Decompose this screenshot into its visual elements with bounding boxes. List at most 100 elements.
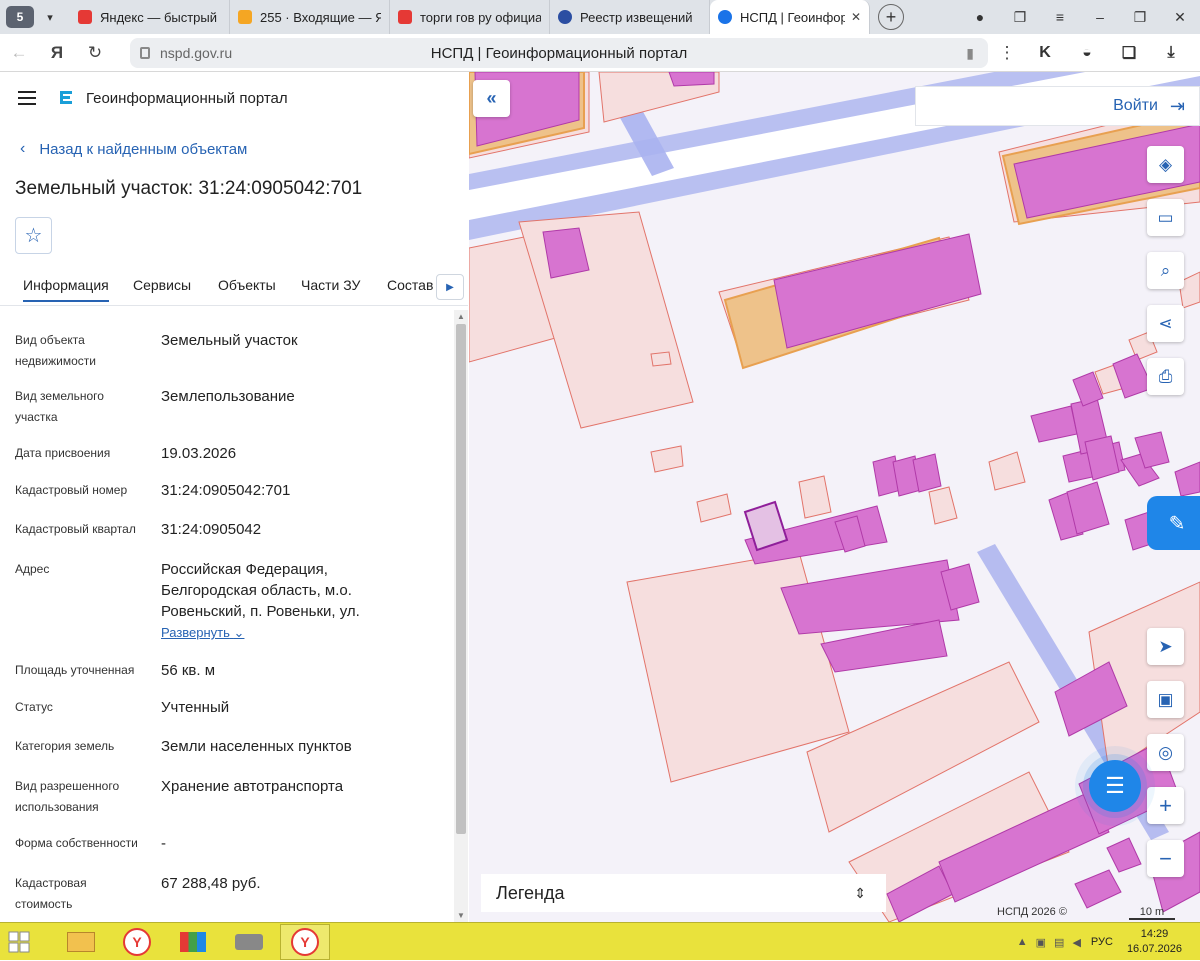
back-arrow-icon[interactable]: ← xyxy=(0,43,38,63)
minimize-icon[interactable]: – xyxy=(1080,9,1120,25)
close-window-icon[interactable]: ✕ xyxy=(1160,9,1200,26)
menu-icon[interactable] xyxy=(18,91,36,105)
lock-icon xyxy=(140,47,150,59)
scanner-icon[interactable] xyxy=(224,924,274,960)
property-label: Вид разрешенного использования xyxy=(15,779,120,814)
chat-button[interactable]: ☰ xyxy=(1089,760,1141,812)
map-view[interactable]: « Войти ⇥ ◈ ▭ ⌕ ⋖ ⎙ ✎ ➤ ▣ ◎ + − ☰ Легенд… xyxy=(469,72,1200,922)
profile-icon[interactable]: ● xyxy=(960,9,1000,25)
reload-icon[interactable]: ↻ xyxy=(76,43,114,63)
property-value: Хранение автотранспорта xyxy=(161,778,344,795)
menu-icon[interactable]: ≡ xyxy=(1040,9,1080,25)
extension-k-icon[interactable]: K xyxy=(1024,44,1066,62)
tabs-scroll-right-icon[interactable]: ▶ xyxy=(436,274,464,300)
file-explorer-icon[interactable] xyxy=(56,924,106,960)
browser-tab[interactable]: Яндекс — быстрый п xyxy=(70,0,230,34)
mail-favicon-icon xyxy=(238,10,252,24)
language-indicator[interactable]: РУС xyxy=(1091,936,1113,948)
yandex-browser-icon[interactable]: Y xyxy=(112,924,162,960)
area-search-icon[interactable]: ⌕ xyxy=(1147,252,1184,289)
portal-logo-icon xyxy=(60,91,72,104)
url-field[interactable]: nspd.gov.ru НСПД | Геоинформационный пор… xyxy=(130,38,988,68)
tab-title: 255 · Входящие — Ян xyxy=(260,9,381,25)
tab-objects[interactable]: Объекты xyxy=(218,277,276,293)
login-button[interactable]: Войти ⇥ xyxy=(915,86,1200,126)
more-icon[interactable]: ⋮ xyxy=(988,43,1026,63)
expand-address-link[interactable]: Развернуть ⌄ xyxy=(161,625,244,641)
tab-parts[interactable]: Части ЗУ xyxy=(301,277,360,293)
cloud-icon[interactable]: ◒ xyxy=(1066,44,1108,62)
tray-up-icon[interactable]: ▲ xyxy=(1017,936,1028,948)
clock-date: 16.07.2026 xyxy=(1126,943,1182,955)
tab-composition[interactable]: Состав xyxy=(387,277,433,293)
property-label: Кадастровый квартал xyxy=(15,522,136,536)
window-controls: ● ❐ ≡ – ❐ ✕ xyxy=(960,0,1200,34)
yandex-browser-active-icon[interactable]: Y xyxy=(280,923,330,960)
clock-time: 14:29 xyxy=(1140,928,1169,940)
browser-tab[interactable]: 255 · Входящие — Ян xyxy=(230,0,390,34)
tray-app-icon[interactable]: ▣ xyxy=(1036,936,1046,949)
search-point-icon[interactable]: ◎ xyxy=(1147,734,1184,771)
print-icon[interactable]: ⎙ xyxy=(1147,358,1184,395)
app-icon[interactable] xyxy=(168,924,218,960)
yandex-favicon-icon xyxy=(398,10,412,24)
tab-title: Яндекс — быстрый п xyxy=(100,9,221,25)
share-icon[interactable]: ⋖ xyxy=(1147,305,1184,342)
nspd-favicon-icon xyxy=(718,10,732,24)
expand-legend-icon[interactable]: ⇕ xyxy=(854,885,866,902)
geolocate-icon[interactable]: ➤ xyxy=(1147,628,1184,665)
minimap-icon[interactable]: ▣ xyxy=(1147,681,1184,718)
close-tab-icon[interactable]: ✕ xyxy=(851,10,861,24)
favorite-star-button[interactable]: ☆ xyxy=(15,217,52,254)
property-label: Адрес xyxy=(15,562,50,576)
browser-tab[interactable]: торги гов ру официа xyxy=(390,0,550,34)
restore-icon[interactable]: ❐ xyxy=(1120,9,1160,26)
map-scale: 10 m xyxy=(1129,906,1175,920)
login-label: Войти xyxy=(1113,97,1158,114)
url-text: nspd.gov.ru xyxy=(160,45,233,61)
map-copyright: НСПД 2026 © xyxy=(997,906,1067,918)
property-value: Учтенный xyxy=(161,699,230,716)
system-tray: ▲ ▣ ▤ ◀ РУС 14:29 16.07.2026 xyxy=(1009,923,1200,961)
tab-services[interactable]: Сервисы xyxy=(133,277,191,293)
browser-tab-active[interactable]: НСПД | Геоинфор ✕ xyxy=(710,0,870,34)
windows-logo-icon xyxy=(8,931,30,952)
start-button[interactable] xyxy=(0,923,38,961)
tab-information[interactable]: Информация xyxy=(23,277,109,302)
clipboard-icon[interactable]: ❏ xyxy=(1108,43,1150,63)
bookmark-icon[interactable]: ▮ xyxy=(966,45,974,62)
ruler-icon[interactable]: ▭ xyxy=(1147,199,1184,236)
yandex-logo-icon[interactable]: Я xyxy=(38,43,76,63)
expand-label: Развернуть xyxy=(161,625,230,640)
tab-counter[interactable]: 5 xyxy=(6,6,34,28)
collapse-panel-button[interactable]: « xyxy=(473,80,510,117)
property-label: Вид объекта недвижимости xyxy=(15,333,96,368)
back-to-results-link[interactable]: ‹ Назад к найденным объектам xyxy=(20,140,247,158)
property-value: 31:24:0905042:701 xyxy=(161,482,291,499)
extensions: K ◒ ❏ ⤓ xyxy=(1024,34,1192,72)
feedback-widget-icon[interactable]: ✎ xyxy=(1147,496,1200,550)
yandex-favicon-icon xyxy=(78,10,92,24)
scrollbar-thumb[interactable] xyxy=(456,324,466,834)
zoom-in-icon[interactable]: + xyxy=(1147,787,1184,824)
zoom-out-icon[interactable]: − xyxy=(1147,840,1184,877)
panel-scrollbar[interactable]: ▲ ▼ xyxy=(454,310,468,922)
scroll-down-icon[interactable]: ▼ xyxy=(457,911,465,920)
portal-brand: Геоинформационный портал xyxy=(86,89,288,107)
property-value: - xyxy=(161,835,166,852)
network-icon[interactable]: ▤ xyxy=(1054,936,1064,949)
layers-icon[interactable]: ◈ xyxy=(1147,146,1184,183)
emblem-favicon-icon xyxy=(558,10,572,24)
browser-tab[interactable]: Реестр извещений xyxy=(550,0,710,34)
os-taskbar: Y Y ▲ ▣ ▤ ◀ РУС 14:29 16.07.2026 xyxy=(0,922,1200,960)
new-tab-button[interactable]: + xyxy=(878,4,904,30)
download-icon[interactable]: ⤓ xyxy=(1150,44,1192,62)
clock[interactable]: 14:29 16.07.2026 xyxy=(1127,927,1182,957)
scroll-up-icon[interactable]: ▲ xyxy=(457,312,465,321)
chevron-down-icon[interactable]: ▾ xyxy=(38,6,62,28)
property-value: Землепользование xyxy=(161,388,295,405)
volume-icon[interactable]: ◀ xyxy=(1072,936,1080,949)
tab-title: торги гов ру официа xyxy=(420,9,541,25)
tabs-icon[interactable]: ❐ xyxy=(1000,9,1040,26)
legend-bar[interactable]: Легенда ⇕ xyxy=(481,874,886,912)
